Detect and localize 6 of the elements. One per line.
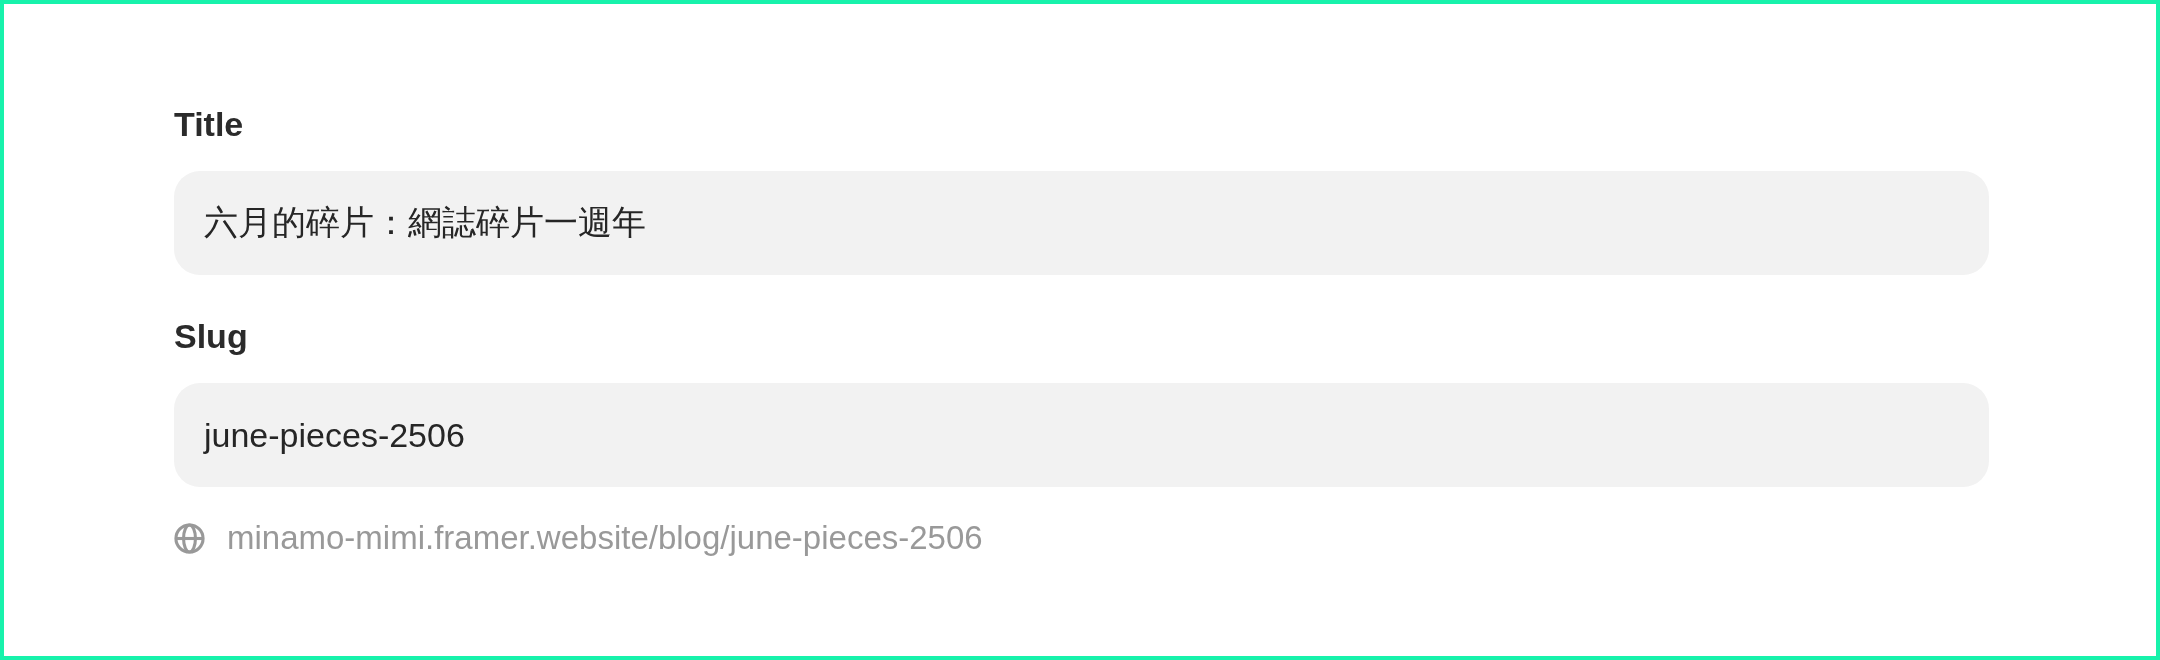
url-preview-text: minamo-mimi.framer.website/blog/june-pieces-2506 (227, 518, 983, 558)
field-label: Title (174, 104, 244, 144)
globe-icon (174, 522, 205, 554)
text-field[interactable]: june-pieces-2506 (174, 383, 1989, 487)
field-label: Slug (174, 316, 248, 356)
text-field[interactable]: 六月的碎片：網誌碎片一週年 (174, 171, 1989, 275)
